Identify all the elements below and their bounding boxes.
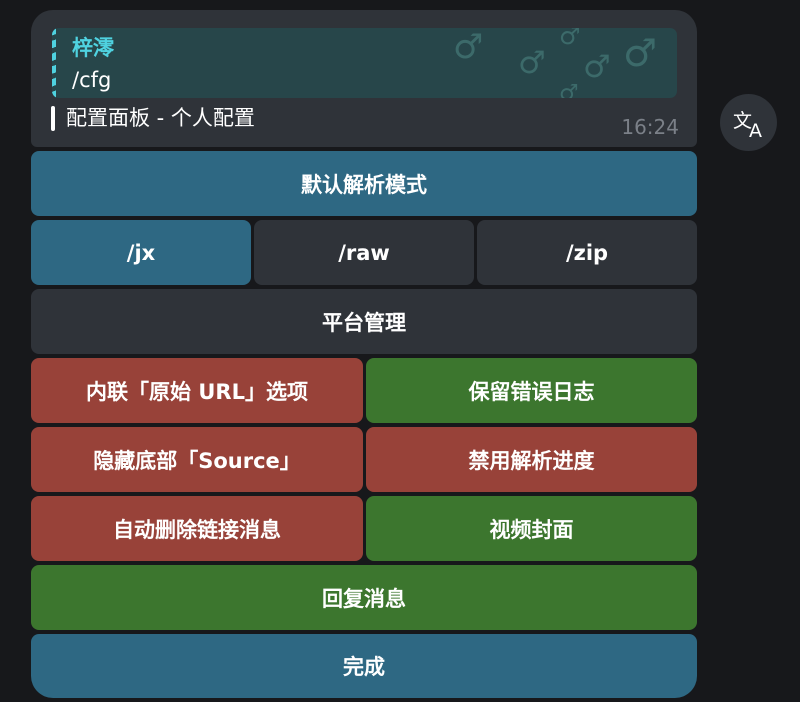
translate-icon: 文 A — [733, 110, 762, 140]
male-symbol-icon: ♂ — [623, 31, 658, 75]
video-cover-toggle[interactable]: 视频封面 — [366, 496, 697, 561]
keep-error-log-toggle[interactable]: 保留错误日志 — [366, 358, 697, 423]
hide-source-toggle[interactable]: 隐藏底部「Source」 — [31, 427, 363, 492]
male-symbol-icon: ♂ — [559, 28, 581, 50]
auto-delete-link-toggle[interactable]: 自动删除链接消息 — [31, 496, 363, 561]
reply-message-toggle[interactable]: 回复消息 — [31, 565, 697, 630]
default-mode-button[interactable]: 默认解析模式 — [31, 151, 697, 216]
male-symbol-icon: ♂ — [453, 28, 484, 67]
done-button[interactable]: 完成 — [31, 634, 697, 698]
male-symbol-icon: ♂ — [583, 49, 611, 85]
reply-text: /cfg — [72, 68, 112, 92]
zip-button[interactable]: /zip — [477, 220, 697, 285]
male-symbol-icon: ♂ — [559, 81, 579, 99]
message-timestamp: 16:24 — [621, 115, 679, 139]
raw-button[interactable]: /raw — [254, 220, 474, 285]
reply-author: 梓澪 — [72, 36, 114, 60]
jx-button[interactable]: /jx — [31, 220, 251, 285]
message-text: 配置面板 - 个人配置 — [66, 106, 255, 130]
message-text-bar — [51, 106, 55, 131]
disable-progress-toggle[interactable]: 禁用解析进度 — [366, 427, 697, 492]
male-symbol-icon: ♂ — [518, 45, 546, 81]
platform-management-button[interactable]: 平台管理 — [31, 289, 697, 354]
inline-original-url-toggle[interactable]: 内联「原始 URL」选项 — [31, 358, 363, 423]
reply-stripe — [52, 28, 56, 98]
translate-button[interactable]: 文 A — [720, 94, 777, 151]
message-bubble: ♂ ♂ ♂ ♂ ♂ ♂ 梓澪 /cfg 配置面板 - 个人配置 16:24 — [31, 10, 697, 147]
translate-glyph-a: A — [749, 120, 762, 140]
reply-quote[interactable]: ♂ ♂ ♂ ♂ ♂ ♂ 梓澪 /cfg — [52, 28, 677, 98]
